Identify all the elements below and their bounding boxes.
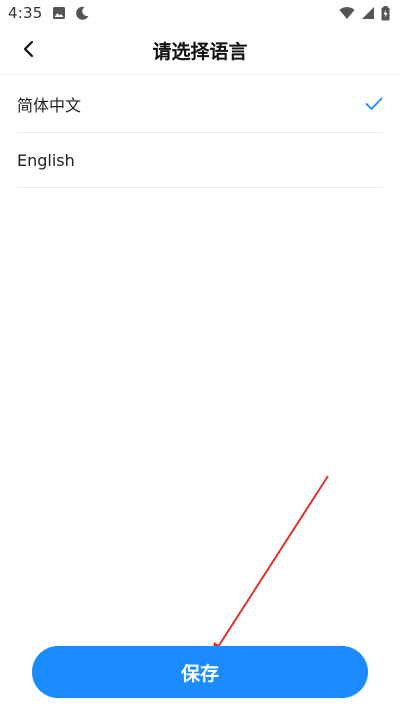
page-title: 请选择语言 bbox=[152, 40, 248, 63]
moon-icon bbox=[74, 5, 90, 21]
language-label: English bbox=[17, 150, 75, 170]
status-left-icons bbox=[52, 5, 90, 21]
status-right-icons bbox=[339, 5, 390, 21]
back-button[interactable] bbox=[14, 36, 44, 66]
status-time: 4:35 bbox=[8, 4, 43, 22]
save-button[interactable]: 保存 bbox=[32, 646, 368, 698]
header-bar: 请选择语言 bbox=[0, 26, 400, 75]
language-list: 简体中文 English bbox=[17, 75, 383, 188]
check-icon bbox=[365, 97, 383, 111]
signal-icon bbox=[361, 6, 375, 20]
language-option-english[interactable]: English bbox=[17, 133, 383, 188]
battery-charging-icon bbox=[381, 5, 390, 21]
status-bar: 4:35 bbox=[0, 0, 400, 26]
wifi-icon bbox=[339, 6, 355, 20]
language-label: 简体中文 bbox=[17, 95, 82, 115]
image-icon bbox=[52, 6, 66, 20]
language-option-simplified-chinese[interactable]: 简体中文 bbox=[17, 75, 383, 133]
chevron-left-icon bbox=[22, 40, 36, 62]
